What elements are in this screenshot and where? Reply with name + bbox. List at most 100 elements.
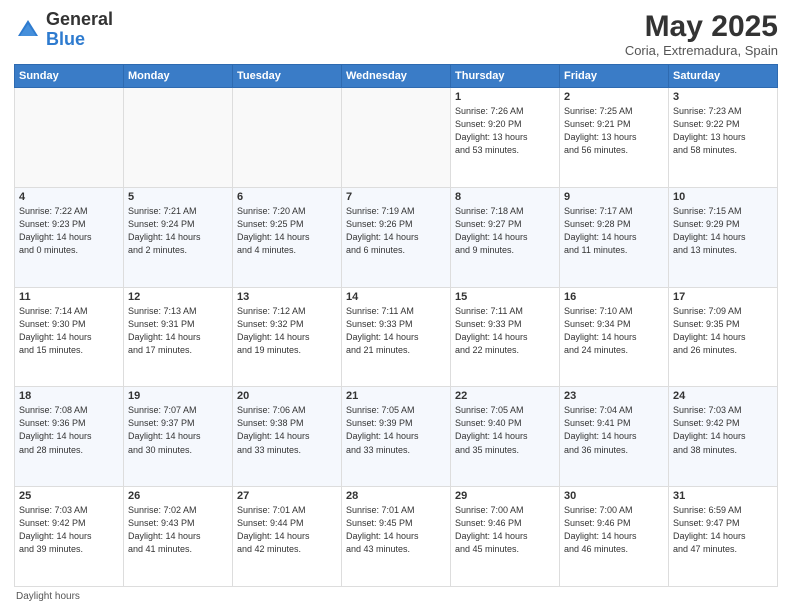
weekday-header-row: SundayMondayTuesdayWednesdayThursdayFrid… — [15, 65, 778, 88]
week-row-1: 1 Sunrise: 7:26 AM Sunset: 9:20 PM Daylig… — [15, 88, 778, 188]
day-number: 16 — [564, 291, 664, 303]
calendar-cell: 24 Sunrise: 7:03 AM Sunset: 9:42 PM Dayli… — [669, 387, 778, 487]
day-number: 3 — [673, 91, 773, 103]
calendar-cell: 10 Sunrise: 7:15 AM Sunset: 9:29 PM Dayli… — [669, 187, 778, 287]
calendar-cell: 14 Sunrise: 7:11 AM Sunset: 9:33 PM Dayli… — [342, 287, 451, 387]
calendar-cell: 9Sunrise: 7:17 AM Sunset: 9:28 PM Daylig… — [560, 187, 669, 287]
weekday-header-tuesday: Tuesday — [233, 65, 342, 88]
day-info: Sunrise: 7:08 AM Sunset: 9:36 PM Dayligh… — [19, 404, 119, 456]
day-info: Sunrise: 7:03 AM Sunset: 9:42 PM Dayligh… — [673, 404, 773, 456]
day-info: Sunrise: 7:13 AM Sunset: 9:31 PM Dayligh… — [128, 305, 228, 357]
calendar-cell: 11Sunrise: 7:14 AM Sunset: 9:30 PM Dayli… — [15, 287, 124, 387]
day-number: 2 — [564, 91, 664, 103]
day-info: Sunrise: 7:11 AM Sunset: 9:33 PM Dayligh… — [346, 305, 446, 357]
calendar-cell: 8Sunrise: 7:18 AM Sunset: 9:27 PM Daylig… — [451, 187, 560, 287]
day-info: Sunrise: 7:00 AM Sunset: 9:46 PM Dayligh… — [564, 504, 664, 556]
day-number: 7 — [346, 191, 446, 203]
logo: General Blue — [14, 10, 113, 50]
calendar-cell: 17Sunrise: 7:09 AM Sunset: 9:35 PM Dayli… — [669, 287, 778, 387]
week-row-3: 11Sunrise: 7:14 AM Sunset: 9:30 PM Dayli… — [15, 287, 778, 387]
calendar-cell: 4Sunrise: 7:22 AM Sunset: 9:23 PM Daylig… — [15, 187, 124, 287]
week-row-4: 18 Sunrise: 7:08 AM Sunset: 9:36 PM Dayli… — [15, 387, 778, 487]
day-number: 8 — [455, 191, 555, 203]
day-info: Sunrise: 7:00 AM Sunset: 9:46 PM Dayligh… — [455, 504, 555, 556]
calendar-cell: 6 Sunrise: 7:20 AM Sunset: 9:25 PM Daylig… — [233, 187, 342, 287]
page: General Blue May 2025 Coria, Extremadura… — [0, 0, 792, 612]
day-number: 23 — [564, 390, 664, 402]
day-info: Sunrise: 7:03 AM Sunset: 9:42 PM Dayligh… — [19, 504, 119, 556]
day-number: 4 — [19, 191, 119, 203]
title-block: May 2025 Coria, Extremadura, Spain — [625, 10, 778, 58]
weekday-header-monday: Monday — [124, 65, 233, 88]
calendar-cell: 2Sunrise: 7:25 AM Sunset: 9:21 PM Daylig… — [560, 88, 669, 188]
location: Coria, Extremadura, Spain — [625, 43, 778, 58]
calendar-table: SundayMondayTuesdayWednesdayThursdayFrid… — [14, 64, 778, 587]
calendar-cell: 25 Sunrise: 7:03 AM Sunset: 9:42 PM Dayli… — [15, 487, 124, 587]
day-info: Sunrise: 7:07 AM Sunset: 9:37 PM Dayligh… — [128, 404, 228, 456]
footer-note: Daylight hours — [14, 591, 778, 602]
calendar-cell: 19 Sunrise: 7:07 AM Sunset: 9:37 PM Dayli… — [124, 387, 233, 487]
calendar-cell: 12 Sunrise: 7:13 AM Sunset: 9:31 PM Dayli… — [124, 287, 233, 387]
day-number: 24 — [673, 390, 773, 402]
day-number: 29 — [455, 490, 555, 502]
day-info: Sunrise: 7:20 AM Sunset: 9:25 PM Dayligh… — [237, 205, 337, 257]
week-row-2: 4Sunrise: 7:22 AM Sunset: 9:23 PM Daylig… — [15, 187, 778, 287]
weekday-header-friday: Friday — [560, 65, 669, 88]
calendar-cell: 31Sunrise: 6:59 AM Sunset: 9:47 PM Dayli… — [669, 487, 778, 587]
day-number: 22 — [455, 390, 555, 402]
day-number: 19 — [128, 390, 228, 402]
calendar-cell: 18 Sunrise: 7:08 AM Sunset: 9:36 PM Dayli… — [15, 387, 124, 487]
day-number: 28 — [346, 490, 446, 502]
day-info: Sunrise: 7:09 AM Sunset: 9:35 PM Dayligh… — [673, 305, 773, 357]
calendar-cell: 15Sunrise: 7:11 AM Sunset: 9:33 PM Dayli… — [451, 287, 560, 387]
day-number: 14 — [346, 291, 446, 303]
calendar-cell: 23 Sunrise: 7:04 AM Sunset: 9:41 PM Dayli… — [560, 387, 669, 487]
day-number: 13 — [237, 291, 337, 303]
day-info: Sunrise: 7:21 AM Sunset: 9:24 PM Dayligh… — [128, 205, 228, 257]
day-number: 18 — [19, 390, 119, 402]
day-number: 5 — [128, 191, 228, 203]
weekday-header-wednesday: Wednesday — [342, 65, 451, 88]
calendar-cell: 29 Sunrise: 7:00 AM Sunset: 9:46 PM Dayli… — [451, 487, 560, 587]
logo-general-text: General — [46, 9, 113, 29]
day-number: 10 — [673, 191, 773, 203]
calendar-cell: 28 Sunrise: 7:01 AM Sunset: 9:45 PM Dayli… — [342, 487, 451, 587]
logo-icon — [14, 16, 42, 44]
calendar-cell: 16 Sunrise: 7:10 AM Sunset: 9:34 PM Dayli… — [560, 287, 669, 387]
calendar-cell: 30Sunrise: 7:00 AM Sunset: 9:46 PM Dayli… — [560, 487, 669, 587]
day-number: 25 — [19, 490, 119, 502]
weekday-header-sunday: Sunday — [15, 65, 124, 88]
weekday-header-thursday: Thursday — [451, 65, 560, 88]
day-info: Sunrise: 6:59 AM Sunset: 9:47 PM Dayligh… — [673, 504, 773, 556]
day-info: Sunrise: 7:26 AM Sunset: 9:20 PM Dayligh… — [455, 105, 555, 157]
day-number: 26 — [128, 490, 228, 502]
day-number: 6 — [237, 191, 337, 203]
calendar-cell — [124, 88, 233, 188]
day-info: Sunrise: 7:04 AM Sunset: 9:41 PM Dayligh… — [564, 404, 664, 456]
day-info: Sunrise: 7:02 AM Sunset: 9:43 PM Dayligh… — [128, 504, 228, 556]
day-number: 11 — [19, 291, 119, 303]
day-number: 12 — [128, 291, 228, 303]
calendar-cell: 21Sunrise: 7:05 AM Sunset: 9:39 PM Dayli… — [342, 387, 451, 487]
logo-blue-text: Blue — [46, 29, 85, 49]
calendar-cell: 7Sunrise: 7:19 AM Sunset: 9:26 PM Daylig… — [342, 187, 451, 287]
calendar-cell — [15, 88, 124, 188]
calendar-cell: 20Sunrise: 7:06 AM Sunset: 9:38 PM Dayli… — [233, 387, 342, 487]
calendar-cell: 13Sunrise: 7:12 AM Sunset: 9:32 PM Dayli… — [233, 287, 342, 387]
calendar-cell: 5 Sunrise: 7:21 AM Sunset: 9:24 PM Daylig… — [124, 187, 233, 287]
day-number: 20 — [237, 390, 337, 402]
day-info: Sunrise: 7:05 AM Sunset: 9:40 PM Dayligh… — [455, 404, 555, 456]
day-info: Sunrise: 7:10 AM Sunset: 9:34 PM Dayligh… — [564, 305, 664, 357]
day-info: Sunrise: 7:05 AM Sunset: 9:39 PM Dayligh… — [346, 404, 446, 456]
day-number: 15 — [455, 291, 555, 303]
day-number: 9 — [564, 191, 664, 203]
calendar-cell — [342, 88, 451, 188]
day-info: Sunrise: 7:15 AM Sunset: 9:29 PM Dayligh… — [673, 205, 773, 257]
weekday-header-saturday: Saturday — [669, 65, 778, 88]
calendar-cell: 26 Sunrise: 7:02 AM Sunset: 9:43 PM Dayli… — [124, 487, 233, 587]
day-info: Sunrise: 7:23 AM Sunset: 9:22 PM Dayligh… — [673, 105, 773, 157]
day-info: Sunrise: 7:01 AM Sunset: 9:45 PM Dayligh… — [346, 504, 446, 556]
day-number: 1 — [455, 91, 555, 103]
day-info: Sunrise: 7:01 AM Sunset: 9:44 PM Dayligh… — [237, 504, 337, 556]
calendar-cell: 3 Sunrise: 7:23 AM Sunset: 9:22 PM Daylig… — [669, 88, 778, 188]
